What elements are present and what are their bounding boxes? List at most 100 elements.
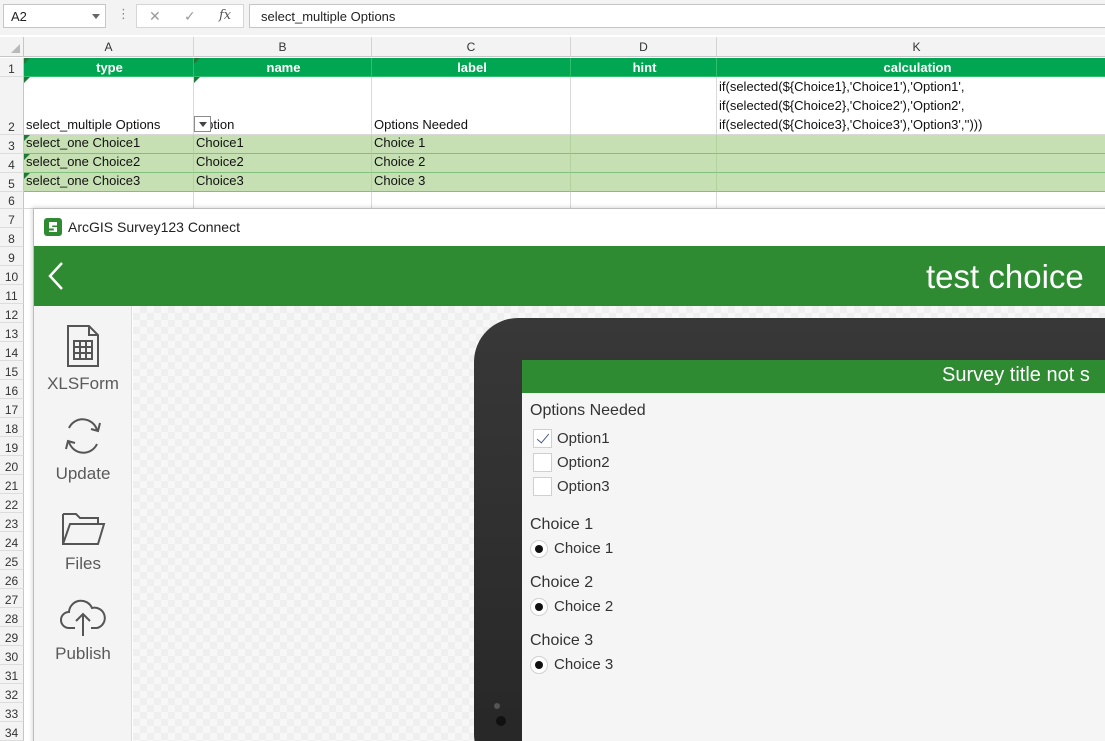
cell-a6[interactable] [24, 192, 194, 209]
column-header-a[interactable]: A [24, 37, 194, 57]
name-box[interactable]: A2 [3, 4, 106, 28]
row-header[interactable]: 1 [0, 58, 24, 77]
row-header[interactable]: 33 [0, 703, 24, 722]
column-header-d[interactable]: D [571, 37, 717, 57]
formula-input[interactable]: select_multiple Options [249, 4, 1105, 28]
back-arrow-icon[interactable] [46, 261, 68, 291]
row-header[interactable]: 10 [0, 266, 24, 285]
sidebar-item-xlsform[interactable]: XLSForm [34, 324, 132, 408]
row-header[interactable]: 12 [0, 304, 24, 323]
option-label[interactable]: Choice 1 [554, 540, 613, 557]
row-header[interactable]: 17 [0, 399, 24, 418]
cell-k1[interactable]: calculation [717, 58, 1105, 77]
cell-a1[interactable]: type [24, 58, 194, 77]
row-header[interactable]: 23 [0, 513, 24, 532]
cell-c3[interactable]: Choice 1 [372, 135, 571, 154]
row-header[interactable]: 26 [0, 570, 24, 589]
row-header[interactable]: 20 [0, 456, 24, 475]
row-header[interactable]: 14 [0, 342, 24, 361]
cell-d3[interactable] [571, 135, 717, 154]
option-label[interactable]: Choice 2 [554, 598, 613, 615]
cell-b1[interactable]: name [194, 58, 372, 77]
radio-choice1[interactable] [530, 540, 548, 558]
cell-a4[interactable]: select_one Choice2 [24, 154, 194, 173]
row-header[interactable]: 19 [0, 437, 24, 456]
checkbox-option1[interactable] [533, 429, 552, 448]
row-header[interactable]: 11 [0, 285, 24, 304]
row-header[interactable]: 21 [0, 475, 24, 494]
cell-a3[interactable]: select_one Choice1 [24, 135, 194, 154]
cell-d2[interactable] [571, 77, 717, 135]
question-label: Options Needed [530, 402, 646, 419]
survey-title: Survey title not s [942, 364, 1090, 386]
cell-d5[interactable] [571, 173, 717, 192]
row-header[interactable]: 25 [0, 551, 24, 570]
cell-k6[interactable] [717, 192, 1105, 209]
row-header[interactable]: 32 [0, 684, 24, 703]
cell-b4[interactable]: Choice2 [194, 154, 372, 173]
cell-c2[interactable]: Options Needed [372, 77, 571, 135]
cloud-upload-icon [60, 599, 106, 636]
option-label[interactable]: Option2 [557, 454, 610, 471]
checkbox-option2[interactable] [533, 453, 552, 472]
cell-b6[interactable] [194, 192, 372, 209]
cell-k3[interactable] [717, 135, 1105, 154]
row-header[interactable]: 2 [0, 77, 24, 135]
cell-b3[interactable]: Choice1 [194, 135, 372, 154]
option-label[interactable]: Choice 3 [554, 656, 613, 673]
survey123-logo-icon [44, 218, 62, 236]
cell-c1[interactable]: label [372, 58, 571, 77]
cell-k4[interactable] [717, 154, 1105, 173]
radio-choice3[interactable] [530, 656, 548, 674]
row-header[interactable]: 28 [0, 608, 24, 627]
row-header[interactable]: 34 [0, 722, 24, 741]
cell-b5[interactable]: Choice3 [194, 173, 372, 192]
select-all-corner[interactable] [0, 37, 24, 57]
option-label[interactable]: Option3 [557, 478, 610, 495]
row-header[interactable]: 29 [0, 627, 24, 646]
radio-choice2[interactable] [530, 598, 548, 616]
cell-d6[interactable] [571, 192, 717, 209]
cell-b2[interactable]: Option [194, 77, 372, 135]
cell-c6[interactable] [372, 192, 571, 209]
sidebar-item-files[interactable]: Files [34, 508, 132, 592]
row-header[interactable]: 13 [0, 323, 24, 342]
row-header[interactable]: 7 [0, 209, 24, 228]
row-header[interactable]: 22 [0, 494, 24, 513]
row-header[interactable]: 27 [0, 589, 24, 608]
cell-a5[interactable]: select_one Choice3 [24, 173, 194, 192]
cancel-icon[interactable]: ✕ [149, 8, 161, 25]
checkbox-option3[interactable] [533, 477, 552, 496]
row-header[interactable]: 3 [0, 135, 24, 154]
autocomplete-dropdown-icon[interactable] [194, 116, 211, 132]
sidebar-item-label: Update [55, 464, 111, 483]
row-header[interactable]: 9 [0, 247, 24, 266]
row-header[interactable]: 6 [0, 192, 24, 209]
row-header[interactable]: 18 [0, 418, 24, 437]
chevron-down-icon[interactable] [92, 14, 100, 19]
function-icon[interactable]: fx [219, 8, 231, 23]
column-header-k[interactable]: K [717, 37, 1105, 57]
row-header[interactable]: 5 [0, 173, 24, 192]
enter-icon[interactable]: ✓ [184, 8, 196, 25]
cell-k2[interactable]: if(selected(${Choice1},'Choice1'),'Optio… [717, 77, 1105, 135]
cell-a2[interactable]: select_multiple Options [24, 77, 194, 135]
row-header[interactable]: 31 [0, 665, 24, 684]
screen: A2 ⋮ ✕ ✓ fx select_multiple Options A B … [0, 0, 1105, 741]
row-header[interactable]: 15 [0, 361, 24, 380]
cell-d4[interactable] [571, 154, 717, 173]
row-header[interactable]: 30 [0, 646, 24, 665]
sidebar-item-update[interactable]: Update [34, 414, 132, 498]
row-header[interactable]: 8 [0, 228, 24, 247]
cell-k5[interactable] [717, 173, 1105, 192]
column-header-b[interactable]: B [194, 37, 372, 57]
row-header[interactable]: 24 [0, 532, 24, 551]
cell-c5[interactable]: Choice 3 [372, 173, 571, 192]
cell-c4[interactable]: Choice 2 [372, 154, 571, 173]
column-header-c[interactable]: C [372, 37, 571, 57]
option-label[interactable]: Option1 [557, 430, 610, 447]
row-header[interactable]: 16 [0, 380, 24, 399]
sidebar-item-publish[interactable]: Publish [34, 596, 132, 680]
row-header[interactable]: 4 [0, 154, 24, 173]
cell-d1[interactable]: hint [571, 58, 717, 77]
